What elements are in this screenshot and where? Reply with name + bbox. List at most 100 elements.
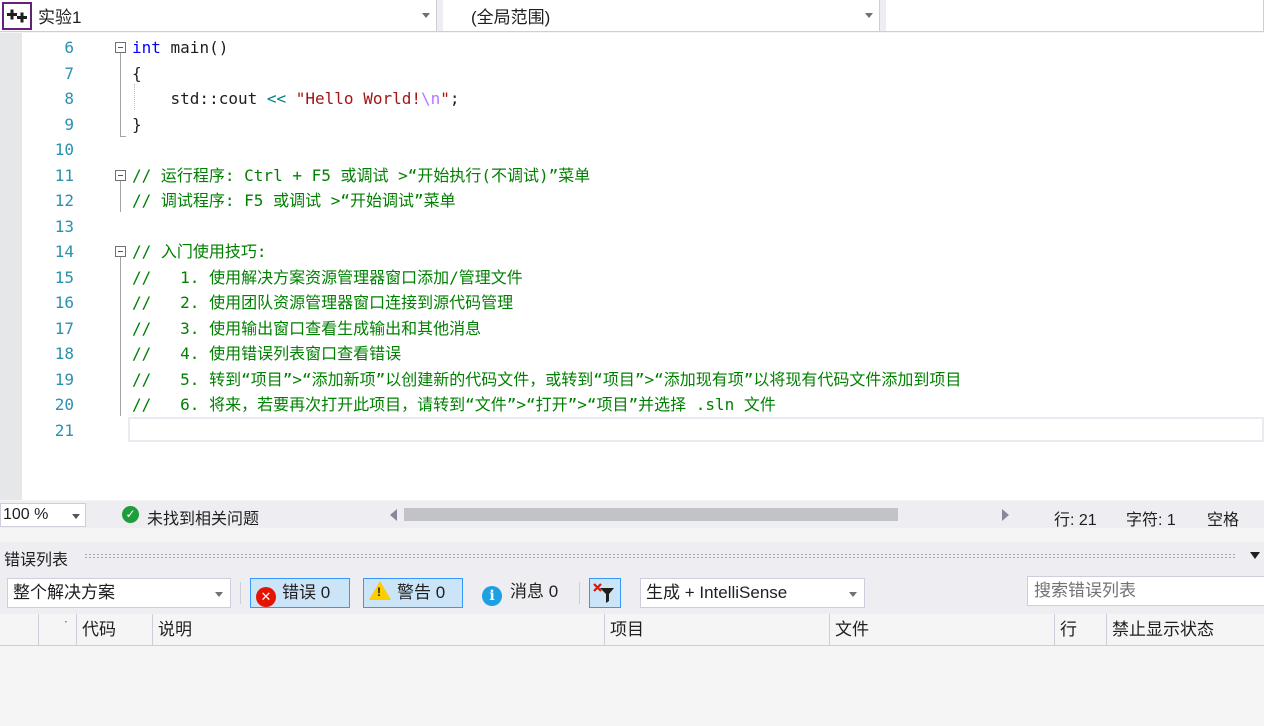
- comment-text: // 6. 将来，若要再次打开此项目，请转到“文件”>“打开”>“项目”并选择 …: [132, 395, 776, 414]
- scroll-left-arrow-icon[interactable]: [390, 509, 397, 521]
- scope-dropdown[interactable]: (全局范围): [443, 0, 880, 31]
- line-number: 15: [54, 267, 74, 287]
- scope-filter-dropdown[interactable]: 整个解决方案: [7, 578, 231, 608]
- code-text: std::cout << "Hello World!\n";: [132, 89, 460, 108]
- line-number: 13: [54, 216, 74, 236]
- line-number: 7: [64, 63, 74, 83]
- line-number: 14: [54, 242, 74, 261]
- clear-filter-button[interactable]: [589, 578, 621, 608]
- code-line: 10: [0, 137, 1264, 163]
- zoom-level: 100 %: [3, 506, 49, 523]
- panel-menu-dropdown-icon[interactable]: [1250, 552, 1260, 559]
- search-placeholder: 搜索错误列表: [1034, 581, 1136, 600]
- separator: [240, 582, 241, 604]
- line-number: 10: [54, 140, 74, 159]
- scope-filter-value: 整个解决方案: [13, 583, 115, 602]
- code-line: 15 // 1. 使用解决方案资源管理器窗口添加/管理文件: [0, 265, 1264, 291]
- char-indicator: 字符: 1: [1126, 512, 1176, 529]
- comment-text: // 1. 使用解决方案资源管理器窗口添加/管理文件: [132, 267, 523, 287]
- warnings-filter-button[interactable]: ! 警告 0: [363, 578, 463, 608]
- scroll-right-arrow-icon[interactable]: [1002, 509, 1009, 521]
- comment-text: // 3. 使用输出窗口查看生成输出和其他消息: [132, 318, 482, 338]
- code-line: 21: [0, 418, 1264, 444]
- column-header-icon[interactable]: [0, 614, 38, 646]
- panel-title: 错误列表: [4, 552, 69, 569]
- code-editor[interactable]: 6 int main() 7 { 8 std::cout << "Hello W…: [0, 33, 1264, 500]
- comment-text: // 调试程序: F5 或调试 >“开始调试”菜单: [132, 191, 456, 210]
- column-header-suppression[interactable]: 禁止显示状态: [1106, 614, 1264, 646]
- line-number: 19: [54, 369, 74, 389]
- line-number: 20: [54, 395, 74, 414]
- chevron-down-icon: [865, 13, 873, 18]
- code-line: 7 {: [0, 61, 1264, 87]
- messages-filter-button[interactable]: i 消息 0: [482, 578, 558, 608]
- error-icon: ✕: [256, 587, 276, 607]
- code-line: 20 // 6. 将来，若要再次打开此项目，请转到“文件”>“打开”>“项目”并…: [0, 392, 1264, 418]
- code-line: 6 int main(): [0, 35, 1264, 61]
- filter-clear-icon: [593, 583, 614, 603]
- code-line: 18 // 4. 使用错误列表窗口查看错误: [0, 341, 1264, 367]
- code-text: {: [132, 63, 142, 83]
- build-filter-value: 生成 + IntelliSense: [646, 583, 788, 602]
- line-number: 6: [64, 38, 74, 57]
- search-error-list-input[interactable]: 搜索错误列表: [1027, 576, 1264, 606]
- drag-grip[interactable]: [84, 553, 1236, 559]
- comment-text: // 2. 使用团队资源管理器窗口连接到源代码管理: [132, 293, 514, 312]
- editor-status-strip: 100 % ✓ 未找到相关问题 行: 21 字符: 1 空格: [0, 501, 1264, 529]
- code-text: int main(): [132, 38, 229, 57]
- column-header-sort[interactable]: ⠂: [38, 614, 76, 646]
- line-number: 8: [64, 89, 74, 108]
- comment-text: // 入门使用技巧:: [132, 242, 267, 261]
- member-dropdown[interactable]: [886, 0, 1264, 31]
- error-list-toolbar: 整个解决方案 ✕ 错误 0 ! 警告 0 i 消息 0 生成 + IntelliSen…: [0, 570, 1264, 614]
- chevron-down-icon: [72, 514, 80, 519]
- line-number: 12: [54, 191, 74, 210]
- error-list-header: ⠂ 代码 说明 项目 文件 行 禁止显示状态: [0, 614, 1264, 646]
- code-line: 12 // 调试程序: F5 或调试 >“开始调试”菜单: [0, 188, 1264, 214]
- code-line: 11 // 运行程序: Ctrl + F5 或调试 >“开始执行(不调试)”菜单: [0, 163, 1264, 189]
- column-header-description[interactable]: 说明: [152, 614, 604, 646]
- navigation-bar: 实验1 (全局范围): [0, 0, 1264, 32]
- code-line: 8 std::cout << "Hello World!\n";: [0, 86, 1264, 112]
- line-number: 21: [54, 420, 74, 440]
- code-line: 14 // 入门使用技巧:: [0, 239, 1264, 265]
- column-header-project[interactable]: 项目: [604, 614, 829, 646]
- line-number: 18: [54, 344, 74, 363]
- line-number: 9: [64, 114, 74, 134]
- separator: [579, 582, 580, 604]
- code-line: 17 // 3. 使用输出窗口查看生成输出和其他消息: [0, 316, 1264, 342]
- code-line: 9 }: [0, 112, 1264, 138]
- collapse-toggle-icon[interactable]: [115, 169, 126, 181]
- whitespace-mode: 空格: [1207, 512, 1240, 529]
- column-header-file[interactable]: 文件: [829, 614, 1054, 646]
- code-line: 13: [0, 214, 1264, 240]
- warnings-label: 警告 0: [397, 583, 446, 602]
- error-list-body: [0, 647, 1264, 726]
- comment-text: // 4. 使用错误列表窗口查看错误: [132, 344, 402, 363]
- build-filter-dropdown[interactable]: 生成 + IntelliSense: [640, 578, 865, 608]
- code-line: 16 // 2. 使用团队资源管理器窗口连接到源代码管理: [0, 290, 1264, 316]
- project-dropdown[interactable]: 实验1: [0, 0, 437, 31]
- zoom-dropdown[interactable]: 100 %: [0, 503, 86, 527]
- code-line: 19 // 5. 转到“项目”>“添加新项”以创建新的代码文件，或转到“项目”>…: [0, 367, 1264, 393]
- chevron-down-icon: [849, 592, 857, 597]
- column-header-line[interactable]: 行: [1054, 614, 1106, 646]
- horizontal-scrollbar-thumb[interactable]: [404, 508, 898, 521]
- line-number: 17: [54, 318, 74, 338]
- issues-status[interactable]: 未找到相关问题: [147, 505, 259, 529]
- chevron-down-icon: [215, 592, 223, 597]
- warning-icon: !: [369, 581, 391, 600]
- line-number: 11: [54, 165, 74, 185]
- check-circle-icon: ✓: [122, 506, 139, 523]
- column-header-code[interactable]: 代码: [76, 614, 152, 646]
- errors-filter-button[interactable]: ✕ 错误 0: [250, 578, 350, 608]
- project-name: 实验1: [38, 8, 82, 27]
- line-number: 16: [54, 293, 74, 312]
- info-icon: i: [482, 586, 502, 606]
- error-list-titlebar: 错误列表: [0, 542, 1264, 570]
- line-indicator: 行: 21: [1054, 512, 1097, 529]
- collapse-toggle-icon[interactable]: [115, 246, 126, 257]
- collapse-toggle-icon[interactable]: [115, 42, 126, 53]
- comment-text: // 5. 转到“项目”>“添加新项”以创建新的代码文件，或转到“项目”>“添加…: [132, 369, 962, 389]
- errors-label: 错误 0: [282, 583, 331, 602]
